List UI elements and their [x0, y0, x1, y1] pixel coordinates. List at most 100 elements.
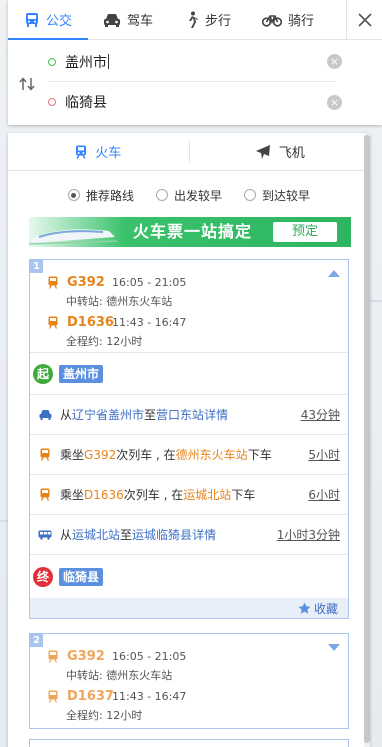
tab-flight[interactable]: 飞机	[188, 141, 371, 162]
train-icon	[48, 690, 58, 703]
scrollbar-thumb[interactable]	[364, 135, 370, 743]
train-icon	[48, 316, 58, 329]
step-text: 下车	[231, 488, 256, 502]
sort-depart-early[interactable]: 出发较早	[155, 187, 222, 204]
radio-selected-icon	[67, 189, 80, 201]
clear-icon: ×	[329, 55, 340, 68]
route-step[interactable]: 从 辽宁省盖州市 至 营口东站 详情 43分钟	[30, 394, 348, 434]
transfer-station: 中转站: 德州东火车站	[66, 295, 173, 308]
destination-field[interactable]: 临猗县 ×	[48, 82, 342, 122]
ticket-banner[interactable]: 火车票一站搞定 预定	[29, 217, 351, 247]
train-icon	[76, 145, 87, 159]
details-link[interactable]: 详情	[204, 406, 228, 423]
step-text: 从	[60, 408, 73, 422]
route-summary: G392 16:05 - 21:05 中转站: 德州东火车站 D1636 11:43…	[46, 272, 186, 352]
step-text: 乘坐	[60, 488, 85, 502]
step-destination-link[interactable]: 运城临猗县	[132, 526, 192, 543]
route-index: 1	[30, 260, 43, 273]
step-station: 德州东火车站	[175, 448, 248, 462]
step-text: 下车	[247, 448, 272, 462]
step-duration[interactable]: 1小时3分钟	[277, 526, 340, 543]
transfer-station: 中转站: 德州东火车站	[66, 669, 173, 682]
train-icon	[40, 448, 50, 461]
origin-field[interactable]: 盖州市 ×	[48, 42, 342, 82]
sort-arrive-early[interactable]: 到达较早	[244, 187, 310, 204]
step-train-number: G392	[84, 447, 117, 462]
next-route-card-edge	[29, 739, 349, 747]
clear-origin-button[interactable]: ×	[327, 54, 342, 69]
train-time: 16:05 - 21:05	[112, 649, 187, 663]
tab-bike[interactable]: 骑行	[248, 0, 328, 39]
step-text: 乘坐	[60, 448, 85, 462]
swap-button[interactable]	[16, 73, 38, 95]
radio-icon	[155, 189, 168, 201]
destination-dot-icon	[48, 98, 56, 106]
bus-icon	[25, 12, 38, 27]
clear-icon: ×	[329, 95, 340, 109]
step-text: 至	[144, 408, 157, 422]
sort-depart-early-label: 出发较早	[173, 188, 222, 203]
step-destination-link[interactable]: 营口东站	[156, 406, 204, 423]
route-card[interactable]: 1 G392 16:05 - 21:05 中转站: 德州东火车站 D1636 11:…	[29, 259, 349, 619]
sort-arrive-early-label: 到达较早	[262, 188, 311, 203]
route-step[interactable]: 从 运城北站 至 运城临猗县 详情 1小时3分钟	[30, 514, 348, 554]
tab-walk-label: 步行	[204, 14, 231, 29]
step-text: 次列车 , 在	[116, 448, 176, 462]
close-button[interactable]	[346, 0, 382, 40]
train-time: 11:43 - 16:47	[112, 315, 187, 329]
train-icon	[40, 488, 50, 501]
tab-train-label: 火车	[95, 146, 122, 161]
collect-button[interactable]: 收藏	[30, 598, 348, 618]
end-point: 终 临猗县	[33, 567, 104, 587]
step-duration[interactable]: 6小时	[308, 486, 340, 503]
route-step[interactable]: 乘坐 D1636 次列车 , 在 运城北站 下车 6小时	[30, 474, 348, 514]
tab-walk[interactable]: 步行	[168, 0, 248, 39]
tab-train[interactable]: 火车	[8, 133, 189, 170]
divider	[30, 554, 348, 555]
sort-recommended-label: 推荐路线	[85, 188, 134, 203]
tab-transit[interactable]: 公交	[8, 0, 88, 40]
step-station: 运城北站	[183, 488, 232, 502]
train-number: G392	[67, 274, 105, 290]
route-index: 2	[30, 634, 43, 647]
destination-input[interactable]: 临猗县	[65, 92, 107, 112]
walk-icon	[188, 11, 198, 28]
route-step[interactable]: 乘坐 G392 次列车 , 在 德州东火车站 下车 5小时	[30, 434, 348, 474]
step-train-number: D1636	[84, 487, 124, 502]
step-text: 次列车 , 在	[123, 488, 184, 502]
route-search-panel: 公交 驾车 步行 骑行 盖州市 × 临猗县 ×	[8, 0, 382, 125]
train-time: 11:43 - 16:47	[112, 689, 187, 703]
route-card[interactable]: 2 G392 16:05 - 21:05 中转站: 德州东火车站 D1637 11:…	[29, 633, 349, 729]
tab-bike-label: 骑行	[287, 14, 314, 29]
scrollbar[interactable]	[364, 133, 370, 747]
clear-destination-button[interactable]: ×	[327, 94, 342, 110]
step-duration[interactable]: 5小时	[308, 446, 340, 463]
sort-recommended[interactable]: 推荐路线	[67, 187, 134, 204]
travel-mode-tabs: 公交 驾车 步行 骑行	[8, 0, 382, 40]
details-link[interactable]: 详情	[192, 526, 216, 543]
results-panel: 火车 飞机 推荐路线 出发较早 到达较早 火车票一站搞定 预定 1 G392 16…	[8, 133, 370, 747]
step-text: 至	[120, 528, 133, 542]
tab-drive[interactable]: 驾车	[88, 0, 168, 39]
train-time: 16:05 - 21:05	[112, 275, 187, 289]
tab-transit-label: 公交	[45, 14, 72, 29]
step-origin-link[interactable]: 运城北站	[72, 526, 120, 543]
collect-label: 收藏	[313, 601, 338, 616]
route-summary: G392 16:05 - 21:05 中转站: 德州东火车站 D1637 11:43…	[46, 646, 186, 726]
start-place: 盖州市	[59, 365, 104, 383]
step-origin-link[interactable]: 辽宁省盖州市	[72, 406, 144, 423]
end-place: 临猗县	[59, 568, 104, 586]
step-duration[interactable]: 43分钟	[301, 406, 340, 423]
car-icon	[103, 13, 120, 27]
bullet-train-image	[29, 229, 117, 245]
expand-arrow-icon[interactable]	[328, 644, 340, 651]
tab-flight-label: 飞机	[278, 146, 305, 161]
step-text: 从	[60, 528, 73, 542]
origin-input[interactable]: 盖州市	[65, 52, 107, 72]
train-icon	[48, 276, 58, 289]
bike-icon	[261, 14, 282, 27]
collapse-arrow-icon[interactable]	[328, 270, 340, 277]
book-button[interactable]: 预定	[273, 222, 337, 242]
train-number: D1637	[67, 688, 114, 704]
banner-text: 火车票一站搞定	[133, 222, 253, 241]
